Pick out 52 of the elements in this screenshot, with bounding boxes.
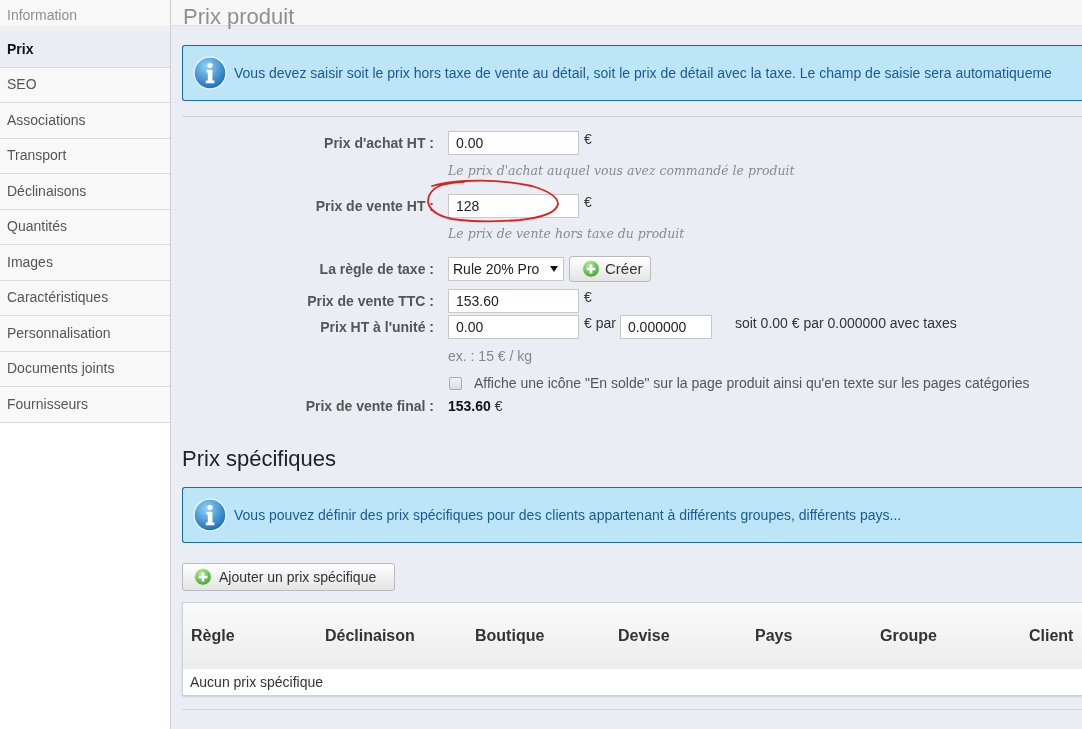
add-specific-price-button[interactable]: Ajouter un prix spécifique xyxy=(182,563,395,591)
final-price: 153.60 € xyxy=(448,396,503,416)
info-icon xyxy=(193,498,227,532)
sidebar-item[interactable]: Fournisseurs xyxy=(0,387,170,423)
sidebar-item[interactable]: Personnalisation xyxy=(0,316,170,352)
sidebar-item[interactable]: SEO xyxy=(0,67,170,103)
info-text: Vous devez saisir soit le prix hors taxe de vente au détail, soit le prix de détail avec la taxe. Le champ de saisie sera automatiqueme xyxy=(234,63,1052,83)
sidebar-item[interactable]: Documents joints xyxy=(0,351,170,387)
unit-quantity-input[interactable]: 0.000000 xyxy=(619,315,712,339)
field-hint: Le prix d'achat auquel vous avez commandé le produit xyxy=(448,163,795,178)
price-input[interactable]: 0.00 xyxy=(448,131,579,155)
info-text: Vous pouvez définir des prix spécifiques pour des clients appartenant à différents groupes, différents pays... xyxy=(234,505,902,525)
plus-circle-icon xyxy=(582,260,600,278)
section-title: Prix spécifiques xyxy=(182,445,338,473)
field-label: Prix d'achat HT : xyxy=(324,135,434,151)
field-label: Prix de vente final : xyxy=(305,398,434,414)
tax-summary: soit 0.00 € par 0.000000 avec taxes xyxy=(734,315,957,331)
column-header: Déclinaison xyxy=(325,627,415,644)
sidebar-item[interactable]: Prix xyxy=(0,32,170,68)
column-header: Groupe xyxy=(880,627,937,644)
column-header: Devise xyxy=(618,627,670,644)
sidebar-item[interactable]: Caractéristiques xyxy=(0,280,170,316)
currency-label: € xyxy=(584,289,592,305)
plus-circle-icon xyxy=(194,568,212,586)
column-header: Boutique xyxy=(475,627,545,644)
page-title: Prix produit xyxy=(183,3,296,31)
caret-icon xyxy=(550,266,558,272)
sidebar-item[interactable]: Transport xyxy=(0,138,170,174)
unit-price-input[interactable]: 0.00 xyxy=(448,315,579,339)
column-header: Pays xyxy=(755,627,793,644)
tax-rule-select[interactable]: Rule 20% Pro xyxy=(448,257,564,281)
field-label: La règle de taxe : xyxy=(319,261,434,277)
price-input[interactable]: 153.60 xyxy=(448,289,579,313)
checkbox-label: Affiche une icône "En solde" sur la page produit ainsi qu'en texte sur les pages catégories xyxy=(474,373,1030,393)
column-header: Client xyxy=(1029,627,1074,644)
price-input[interactable]: 128 xyxy=(448,194,579,218)
field-label: Prix HT à l'unité : xyxy=(320,319,434,335)
example-hint: ex. : 15 € / kg xyxy=(448,348,533,364)
sidebar-item[interactable]: Images xyxy=(0,245,170,281)
checkbox[interactable] xyxy=(449,376,462,390)
sidebar-item[interactable]: Quantités xyxy=(0,209,170,245)
currency-label: € xyxy=(584,194,592,210)
create-button[interactable]: Créer xyxy=(569,256,651,282)
currency-label: € xyxy=(584,131,592,147)
unit-label: € par xyxy=(584,315,616,331)
column-header: Règle xyxy=(191,627,235,644)
sidebar-item[interactable]: Déclinaisons xyxy=(0,174,170,210)
info-icon xyxy=(193,56,227,90)
field-hint: Le prix de vente hors taxe du produit xyxy=(448,226,685,241)
field-label: Prix de vente TTC : xyxy=(307,293,434,309)
sidebar-item[interactable]: Associations xyxy=(0,103,170,139)
empty-table-message: Aucun prix spécifique xyxy=(190,672,324,692)
